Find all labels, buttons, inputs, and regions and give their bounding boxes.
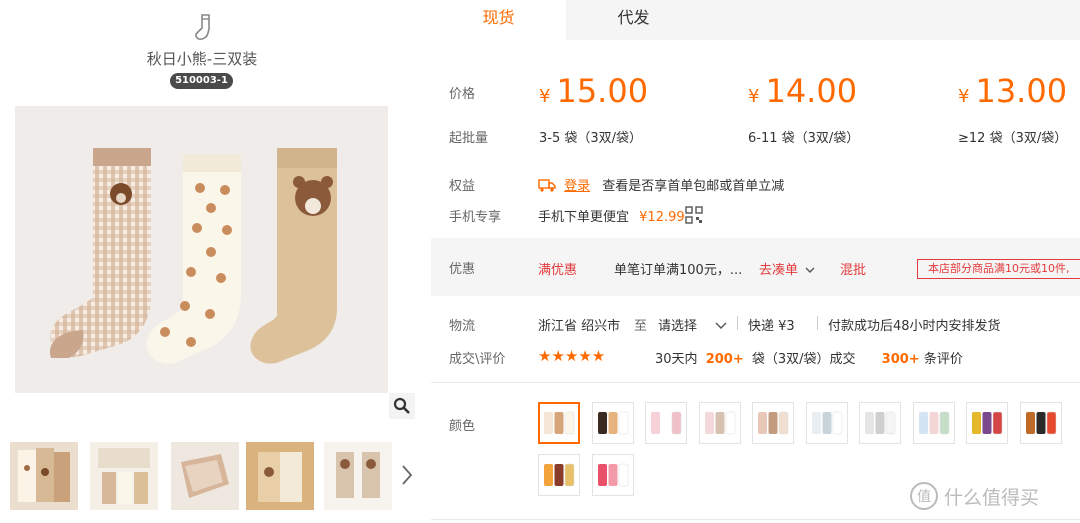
logistics-label: 物流	[449, 319, 476, 334]
product-page: 秋日小熊-三双装 510003-1 现货 代发 价格 ¥ 15.00 ¥ 14.…	[0, 0, 1080, 523]
rights-text: 查看是否享首单包邮或首单立减	[602, 179, 785, 194]
promo-tag: 满优惠	[538, 263, 578, 278]
express-fee: 快递 ¥3	[748, 319, 795, 334]
thumbnail[interactable]	[324, 442, 392, 510]
watermark-text: 什么值得买	[944, 486, 1040, 509]
sock-icon	[195, 14, 210, 40]
color-swatch[interactable]	[805, 402, 848, 444]
qty-tier-3: ≥12 袋（3双/袋）	[958, 131, 1068, 146]
divider	[817, 316, 818, 330]
to-label: 至	[634, 319, 648, 334]
color-swatch[interactable]	[1019, 402, 1062, 444]
rights-label: 权益	[449, 179, 476, 194]
product-gallery: 秋日小熊-三双装 510003-1	[0, 0, 420, 523]
price-tier-1: ¥15.00	[539, 72, 649, 110]
thumbnail[interactable]	[90, 442, 158, 510]
watermark-logo-icon: 值	[910, 482, 938, 510]
promo-desc: 单笔订单满100元，...	[614, 263, 743, 278]
delivery-truck-icon	[538, 179, 556, 192]
color-swatch[interactable]	[591, 402, 634, 444]
promo-label: 优惠	[449, 262, 476, 277]
color-label: 颜色	[449, 419, 476, 434]
thumbnail[interactable]	[171, 442, 239, 510]
divider	[737, 316, 738, 330]
rights-row: 登录 查看是否享首单包邮或首单立减	[538, 175, 784, 194]
mixed-batch-link[interactable]: 混批	[840, 259, 866, 278]
qty-tier-1: 3-5 袋（3双/袋）	[539, 131, 643, 146]
product-detail-panel: 现货 代发 价格 ¥15.00 ¥14.00 ¥13.00 起批量 3-5 袋（…	[431, 0, 1080, 523]
deals-label: 成交\评价	[449, 352, 506, 367]
color-swatch[interactable]	[912, 402, 955, 444]
qr-code-icon[interactable]	[685, 206, 703, 228]
store-promo-note: 本店部分商品满10元或10件,	[917, 259, 1080, 279]
chevron-right-icon	[402, 465, 413, 485]
color-swatch[interactable]	[859, 402, 901, 444]
thumbnail-next-button[interactable]	[397, 460, 417, 490]
color-swatch[interactable]	[591, 454, 634, 496]
price-tier-3: ¥13.00	[958, 72, 1068, 110]
tab-in-stock[interactable]: 现货	[431, 0, 566, 40]
tab-dropship[interactable]: 代发	[566, 0, 701, 40]
watermark: 值 什么值得买	[910, 482, 1039, 510]
zoom-button[interactable]	[389, 393, 415, 419]
price-tier-2: ¥14.00	[748, 72, 858, 110]
tab-bar: 现货 代发	[431, 0, 1080, 40]
chevron-down-icon	[805, 267, 815, 273]
chevron-down-icon	[715, 322, 727, 329]
sku-badge: 510003-1	[170, 73, 233, 89]
color-swatch[interactable]	[752, 402, 794, 444]
color-swatch[interactable]	[698, 402, 741, 444]
rating-stars: ★★★★★	[538, 347, 606, 365]
mobile-row: 手机下单更便宜 ¥12.99	[538, 206, 685, 225]
ship-from: 浙江省 绍兴市	[538, 319, 621, 334]
ship-time: 付款成功后48小时内安排发货	[828, 319, 1001, 334]
color-swatch[interactable]	[538, 454, 580, 496]
sold-count: 200+	[705, 352, 744, 367]
collect-order-link[interactable]: 去凑单	[759, 259, 815, 278]
divider	[431, 519, 1080, 520]
thumbnail[interactable]	[246, 442, 314, 510]
mobile-label: 手机专享	[449, 210, 502, 225]
product-name: 秋日小熊-三双装	[146, 50, 258, 68]
mobile-text: 手机下单更便宜	[538, 210, 630, 225]
color-swatch[interactable]	[966, 402, 1008, 444]
color-swatch[interactable]	[538, 402, 580, 444]
mobile-price: ¥12.99	[639, 210, 685, 225]
destination-select[interactable]: 请选择	[658, 315, 727, 334]
color-swatch[interactable]	[645, 402, 687, 444]
thumbnail[interactable]	[10, 442, 78, 510]
qty-tier-2: 6-11 袋（3双/袋）	[748, 131, 860, 146]
magnifier-icon	[393, 397, 410, 414]
min-qty-label: 起批量	[449, 131, 489, 146]
main-product-image[interactable]	[15, 106, 388, 393]
divider	[431, 382, 1080, 383]
login-link[interactable]: 登录	[564, 179, 590, 194]
review-count: 300+	[881, 352, 920, 367]
price-label: 价格	[449, 87, 476, 102]
deals-row: 30天内 200+ 袋（3双/袋）成交 300+ 条评价	[655, 352, 963, 367]
